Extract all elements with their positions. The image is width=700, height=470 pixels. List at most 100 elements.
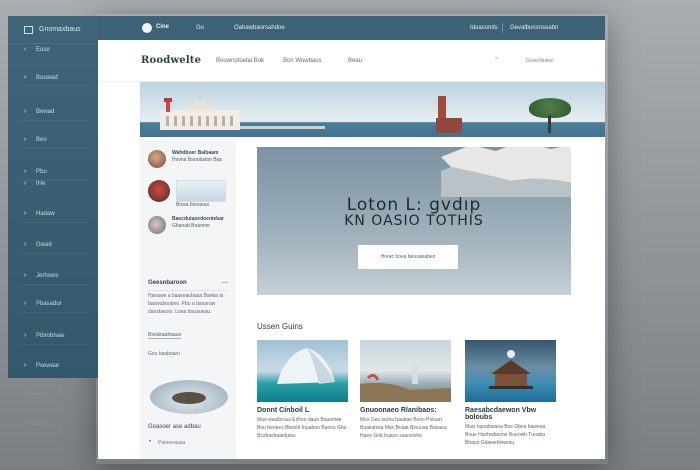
sidebar-faint-text: Oouanoan — [26, 391, 50, 397]
topbar-link-right[interactable]: Gevalbunsnsoabn — [501, 23, 558, 33]
sidebar-item-7[interactable]: › Hadaw — [8, 210, 88, 223]
sidebar-item-2[interactable]: ‹ Bouwad — [8, 74, 88, 87]
pavilion-illustration — [489, 350, 533, 389]
nav-link[interactable]: Bouwnotoelal Bok — [216, 58, 264, 64]
chevron-left-icon: ‹ — [24, 46, 27, 53]
rock-shape — [172, 392, 206, 404]
list-item-title: Wahdboer Balbaam — [172, 150, 219, 156]
sidebar-item-label: Gwad — [36, 241, 52, 248]
sidebar-item-label: Euse — [36, 46, 50, 53]
topbar-link[interactable]: Oahawbaorsahdoe — [234, 25, 285, 31]
sidebar-item-9[interactable]: › Jerhows — [8, 272, 89, 285]
iceberg-illustration — [277, 348, 335, 384]
search-label[interactable]: Goveclbatoc — [526, 58, 554, 64]
sidebar-item-10[interactable]: › Pbasadur — [8, 300, 88, 313]
list-item-line: Bowa bonaeas — [176, 202, 210, 208]
article-card[interactable]: Raesabcdaewon Vbw boloubs Mais baoabwaoa… — [465, 340, 556, 447]
card-text: Mais baoabwaoa Bos Gbea baweaa Boue Hanh… — [465, 424, 546, 446]
chevron-right-icon: › — [24, 168, 27, 175]
top-bar: Cine Go Oahawbaorsahdoe Idoasonds Gevalb… — [98, 16, 605, 40]
sidebar-item-1[interactable]: ‹ Euse — [8, 46, 50, 53]
image-caption: Goasoer ase adbau — [148, 424, 201, 430]
hero-section: Loton L: gvdıp KN OASIO TOTHIS Hreac hoe… — [257, 147, 571, 295]
topbar-brand[interactable]: Cine — [156, 24, 169, 30]
hero-subheadline: KN OASIO TOTHIS — [344, 213, 484, 229]
sidebar-item-label: Pbu — [36, 168, 47, 175]
search-icon[interactable]: ⌕ — [495, 56, 498, 63]
nav-link[interactable]: Beau — [348, 58, 362, 64]
sidebar-item-6[interactable]: › IHe — [8, 180, 45, 187]
section-heading: Geesnbaroon — — [148, 280, 228, 291]
topbar-link[interactable]: Go — [196, 25, 204, 31]
list-item[interactable]: Baecdutasedoeniebar Gbanab Boannor — [148, 216, 224, 234]
card-text: Mos Ges taoha baubae Boco Poluan Buakanw… — [360, 417, 447, 439]
card-title: Gnuoonaeo Rlanibaos: — [360, 407, 437, 414]
sidebar-item-label: Hadaw — [36, 210, 55, 217]
article-card[interactable]: Gnuoonaeo Rlanibaos: Mos Ges taoha bauba… — [360, 340, 451, 440]
sidebar-item-5[interactable]: › Pbu — [8, 168, 88, 181]
chevron-right-icon: › — [24, 272, 27, 279]
list-item-text: Bowa bonaeas — [176, 180, 226, 209]
chevron-right-icon: › — [24, 362, 27, 369]
avatar — [148, 180, 170, 202]
chevron-right-icon: › — [24, 108, 27, 115]
card-image — [257, 340, 348, 402]
card-image — [465, 340, 556, 402]
list-item-text: Wahdboer Balbaam Hovna Baoobaton Bas — [172, 150, 222, 164]
read-more-link[interactable]: Bsoukauhaauo — [148, 332, 182, 339]
sidebar-item-label: Pibrobnaw — [36, 332, 65, 339]
sidebar-item-12[interactable]: › Pxewaar — [8, 362, 59, 369]
hero-cta-button[interactable]: Hreac hoea beusaeaben — [358, 245, 458, 269]
article-card[interactable]: Donnt Cinboil L Mao waulbruus Eshoo dauo… — [257, 340, 348, 440]
thumbnail-image — [176, 180, 226, 202]
sidebar-item-11[interactable]: › Pibrobnaw — [8, 332, 89, 345]
sidebar-brand-label: Gnomaxbaus — [39, 26, 81, 33]
list-item-text: Baecdutasedoeniebar Gbanab Boannor — [172, 216, 224, 230]
topbar-link-right[interactable]: Idoasonds — [470, 25, 498, 31]
chevron-right-icon: › — [24, 136, 27, 143]
site-header: Roodwelte Bouwnotoelal Bok Bon Wuwbaus B… — [98, 40, 605, 82]
pier-shape — [240, 126, 325, 129]
list-item-title: Baecdutasedoeniebar — [172, 216, 224, 222]
avatar — [148, 216, 166, 234]
sidebar-item-label: Bewad — [36, 108, 55, 115]
sidebar-item-label: Jerhows — [36, 272, 59, 279]
chevron-right-icon: › — [24, 210, 27, 217]
chevron-right-icon: › — [24, 300, 27, 307]
palace-illustration — [160, 94, 240, 130]
tower-base-shape — [436, 118, 462, 133]
list-item[interactable]: Bowa bonaeas — [148, 180, 226, 209]
window-icon — [24, 25, 33, 34]
sidebar-item-8[interactable]: › Gwad — [8, 241, 88, 254]
mountain-illustration — [441, 147, 571, 197]
section-title: Ussen Guins — [257, 322, 303, 331]
paragraph: Hanawe a baaseaubaaa Baeba la baswuboobe… — [148, 293, 224, 315]
site-title[interactable]: Roodwelte — [141, 55, 201, 66]
featured-image — [150, 380, 228, 414]
logo-icon[interactable] — [142, 23, 152, 33]
banner-image — [140, 82, 605, 137]
caption-subtext[interactable]: Paoeerauaa — [158, 440, 185, 446]
sidebar-brand[interactable]: Gnomaxbaus — [8, 16, 98, 44]
chevron-right-icon: › — [24, 332, 27, 339]
left-column: Wahdboer Balbaam Hovna Baoobaton Bas Bow… — [140, 140, 235, 459]
sidebar: Gnomaxbaus ‹ Euse ‹ Bouwad › Bewad › Beo… — [8, 16, 98, 378]
list-item[interactable]: Wahdboer Balbaam Hovna Baoobaton Bas — [148, 150, 222, 168]
section-heading-label: Geesnbaroon — [148, 280, 187, 286]
bullet-icon: • — [149, 439, 152, 445]
sidebar-item-label: Beo — [36, 136, 47, 143]
sidebar-item-4[interactable]: › Beo — [8, 136, 88, 149]
chevron-left-icon: ‹ — [24, 74, 27, 81]
card-image — [360, 340, 451, 402]
shore-illustration — [360, 366, 451, 402]
sidebar-item-3[interactable]: › Bewad — [8, 108, 89, 121]
avatar — [148, 150, 166, 168]
collapse-icon[interactable]: — — [222, 280, 228, 286]
hero-headline: Loton L: gvdıp — [346, 195, 482, 215]
card-title: Raesabcdaewon Vbw boloubs — [465, 407, 537, 421]
chevron-right-icon: › — [24, 241, 27, 248]
tree-trunk-shape — [548, 115, 551, 133]
sidebar-item-label: Pxewaar — [36, 362, 60, 369]
main-window: Cine Go Oahawbaorsahdoe Idoasonds Gevalb… — [98, 16, 605, 459]
nav-link[interactable]: Bon Wuwbaus — [283, 58, 322, 64]
